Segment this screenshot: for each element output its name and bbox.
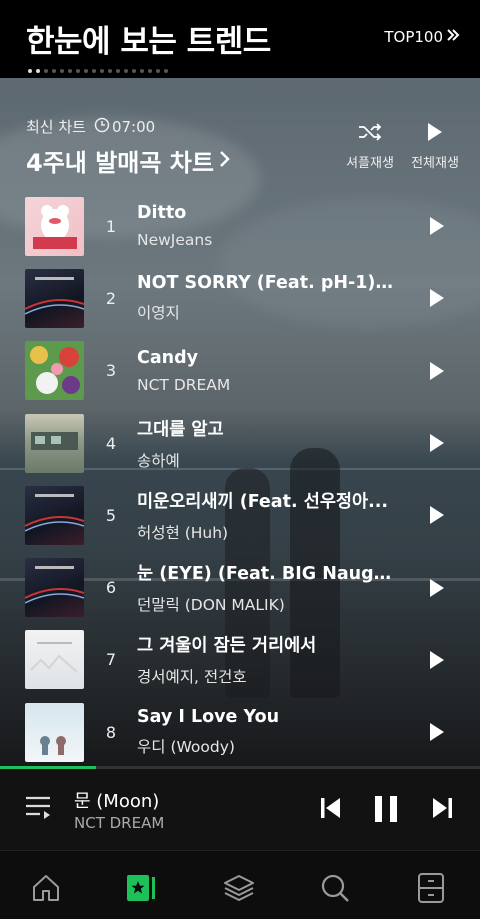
album-art	[25, 268, 84, 328]
latest-chart-label: 최신 차트	[26, 118, 86, 136]
song-row[interactable]: 7 그 겨울이 잠든 거리에서 경서예지, 전건호	[0, 624, 480, 696]
mini-player: 문 (Moon) NCT DREAM	[0, 769, 480, 850]
previous-icon[interactable]	[319, 796, 343, 824]
song-title: Say I Love You	[137, 707, 280, 728]
top100-link[interactable]: TOP100	[384, 28, 460, 46]
chart-title-link[interactable]: 4주내 발매곡 차트	[26, 143, 230, 178]
home-icon[interactable]	[29, 871, 63, 905]
play-icon[interactable]	[428, 577, 448, 599]
rank: 8	[105, 722, 117, 742]
album-art	[25, 485, 84, 545]
chart-title: 4주내 발매곡 차트	[26, 149, 214, 177]
chart-card: 최신 차트 07:00 4주내 발매곡 차트 셔플재생 전체재생 1 Ditto…	[0, 78, 480, 768]
rank: 3	[105, 361, 117, 381]
bottom-nav	[0, 850, 480, 919]
chart-header: 최신 차트 07:00 4주내 발매곡 차트	[26, 116, 230, 178]
rank: 7	[105, 650, 117, 670]
top-bar: 한눈에 보는 트렌드 TOP100	[0, 0, 480, 78]
page-title: 한눈에 보는 트렌드	[26, 24, 271, 60]
top100-label: TOP100	[384, 28, 443, 46]
song-artist: 허성현 (Huh)	[137, 523, 229, 542]
shuffle-button[interactable]: 셔플재생	[342, 122, 398, 171]
play-icon[interactable]	[428, 287, 448, 309]
shuffle-label: 셔플재생	[346, 156, 394, 171]
song-row[interactable]: 1 Ditto NewJeans	[0, 190, 480, 262]
song-title: 그 겨울이 잠든 거리에서	[137, 636, 317, 657]
rank: 1	[105, 216, 117, 236]
song-row[interactable]: 4 그대를 알고 송하예	[0, 407, 480, 479]
album-art	[25, 196, 84, 256]
double-chevron-right-icon	[446, 28, 460, 46]
song-row[interactable]: 8 Say I Love You 우디 (Woody)	[0, 696, 480, 768]
song-row[interactable]: 5 미운오리새끼 (Feat. 선우정아... 허성현 (Huh)	[0, 479, 480, 551]
chart-icon[interactable]	[125, 871, 159, 905]
song-row[interactable]: 6 눈 (EYE) (Feat. BIG Naughty... 던말릭 (DON…	[0, 551, 480, 623]
song-artist: NewJeans	[137, 231, 213, 250]
play-icon[interactable]	[428, 721, 448, 743]
play-all-label: 전체재생	[411, 156, 459, 171]
rank: 5	[105, 505, 117, 525]
shuffle-icon	[357, 122, 383, 152]
song-title: 눈 (EYE) (Feat. BIG Naughty...	[137, 564, 399, 585]
next-icon[interactable]	[430, 796, 454, 824]
carousel-indicator	[28, 69, 168, 73]
album-art	[25, 558, 84, 618]
play-icon[interactable]	[428, 504, 448, 526]
rank: 2	[105, 288, 117, 308]
playlist-icon[interactable]	[24, 795, 54, 825]
song-artist: 이영지	[137, 304, 180, 323]
clock-icon	[94, 117, 110, 137]
album-art	[25, 702, 84, 762]
play-icon[interactable]	[428, 432, 448, 454]
library-icon[interactable]	[414, 871, 448, 905]
song-artist: 던말릭 (DON MALIK)	[137, 596, 285, 615]
play-icon[interactable]	[428, 215, 448, 237]
now-playing-title[interactable]: 문 (Moon)	[74, 787, 159, 813]
chevron-right-icon	[218, 147, 230, 175]
rank: 6	[105, 578, 117, 598]
pause-icon[interactable]	[374, 796, 398, 826]
song-list: 1 Ditto NewJeans 2 NOT SORRY (Feat. pH-1…	[0, 190, 480, 768]
song-artist: 송하예	[137, 451, 180, 470]
play-icon[interactable]	[428, 360, 448, 382]
play-icon[interactable]	[428, 649, 448, 671]
song-title: NOT SORRY (Feat. pH-1) (...	[137, 273, 399, 294]
search-icon[interactable]	[318, 871, 352, 905]
song-artist: NCT DREAM	[137, 375, 231, 394]
album-art	[25, 630, 84, 690]
song-title: 그대를 알고	[137, 419, 224, 440]
layers-icon[interactable]	[222, 871, 256, 905]
song-row[interactable]: 3 Candy NCT DREAM	[0, 335, 480, 407]
rank: 4	[105, 433, 117, 453]
play-icon	[426, 122, 444, 152]
now-playing-artist: NCT DREAM	[74, 814, 165, 832]
song-title: Ditto	[137, 203, 187, 224]
song-title: 미운오리새끼 (Feat. 선우정아...	[137, 491, 389, 512]
song-artist: 경서예지, 전건호	[137, 668, 247, 687]
play-all-button[interactable]: 전체재생	[406, 122, 464, 171]
chart-time: 07:00	[111, 117, 156, 136]
album-art	[25, 413, 84, 473]
album-art	[25, 341, 84, 401]
song-artist: 우디 (Woody)	[137, 738, 235, 757]
song-title: Candy	[137, 347, 199, 368]
song-row[interactable]: 2 NOT SORRY (Feat. pH-1) (... 이영지	[0, 262, 480, 334]
